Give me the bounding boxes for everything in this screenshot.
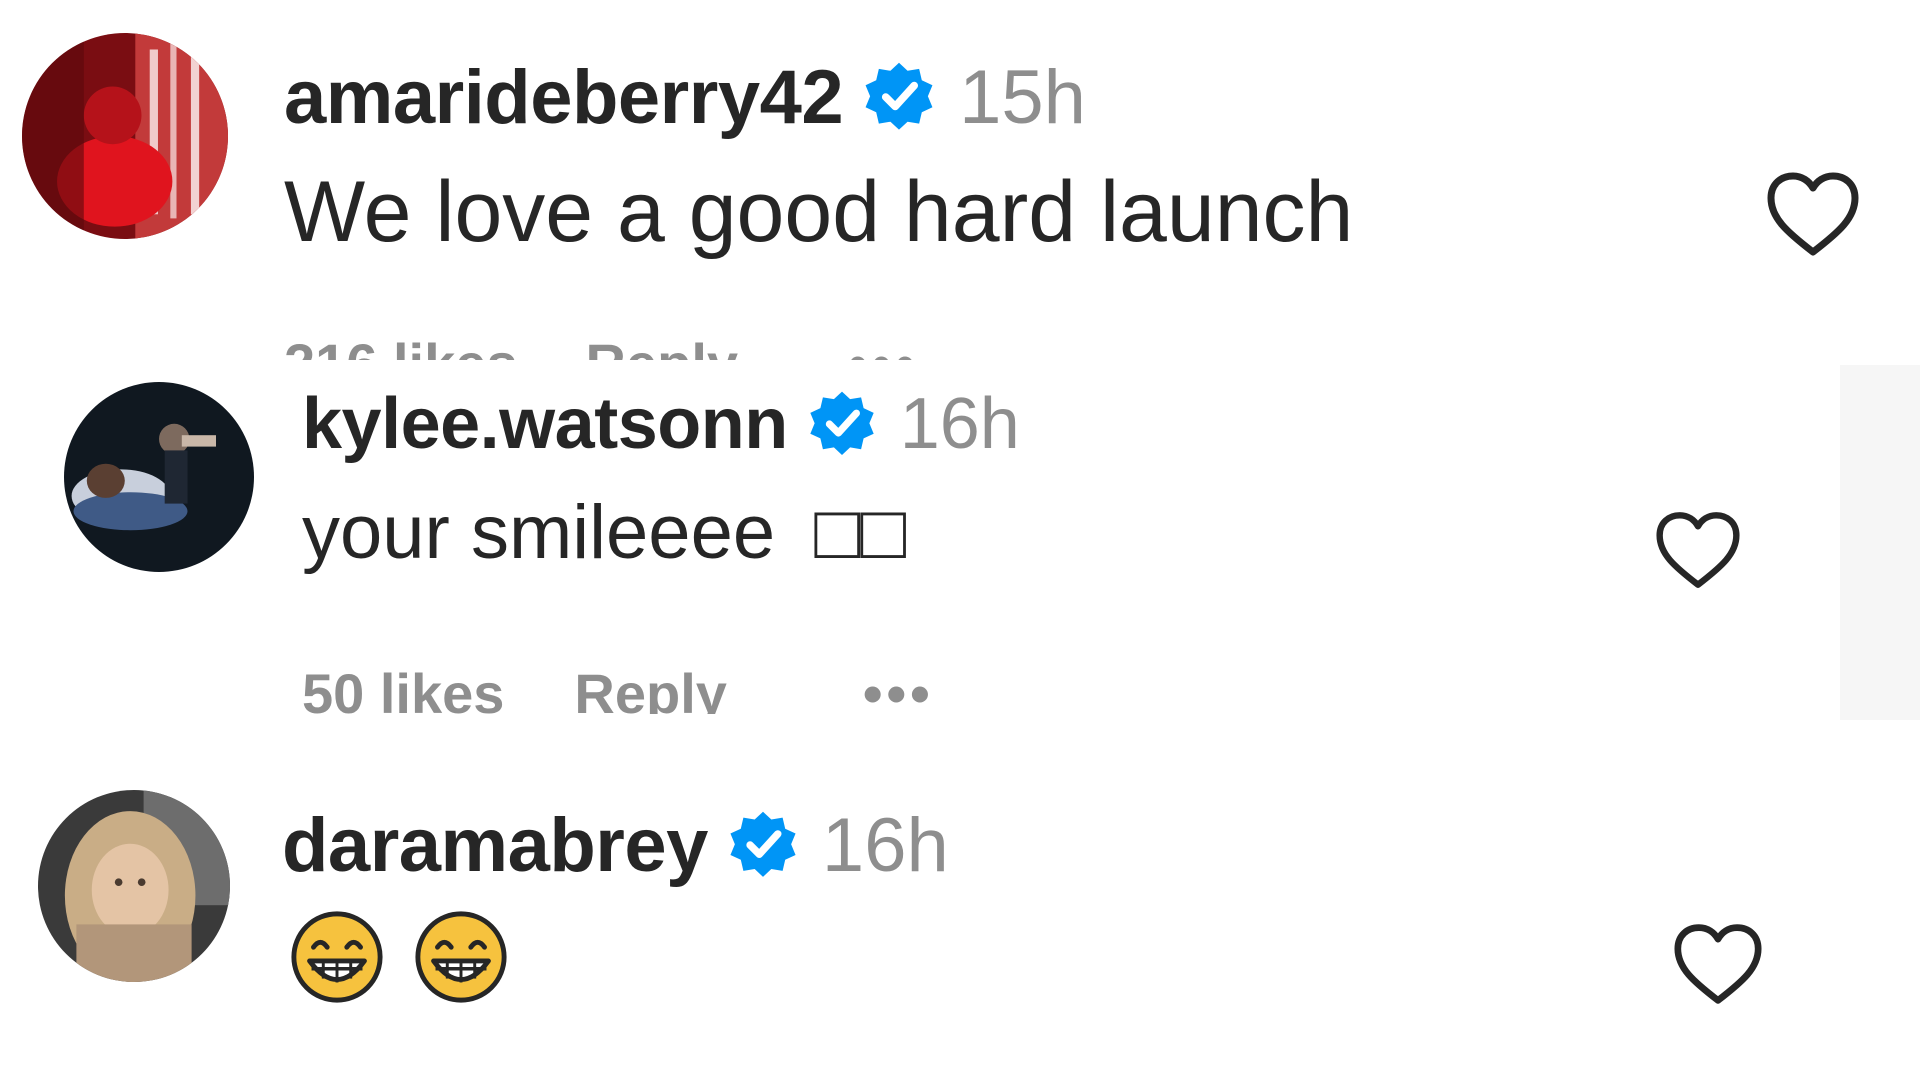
comment-2: kylee.watsonn 16h your smileeee □□ 50 li… [0, 360, 1920, 715]
avatar-image [22, 33, 228, 239]
grinning-face-emoji-icon [288, 908, 386, 1006]
grinning-face-emoji-icon [412, 908, 510, 1006]
avatar[interactable] [64, 382, 254, 572]
reply-button[interactable]: Reply [574, 662, 727, 714]
timestamp[interactable]: 15h [959, 54, 1086, 141]
comment-header: daramabrey 16h [282, 800, 949, 890]
verified-badge-icon [861, 59, 937, 135]
username[interactable]: daramabrey [282, 802, 708, 889]
avatar-image [38, 790, 230, 982]
comment-header: kylee.watsonn 16h [302, 384, 1020, 464]
comment-text [288, 908, 532, 1012]
unrendered-glyphs: □□ [814, 490, 907, 575]
like-button[interactable] [1652, 508, 1744, 592]
likes-count[interactable]: 50 likes [302, 662, 504, 714]
comment-text-content: your smileeee [302, 490, 776, 575]
username[interactable]: kylee.watsonn [302, 383, 788, 465]
avatar[interactable] [38, 790, 230, 982]
comment-text: We love a good hard launch [284, 164, 1354, 260]
heart-outline-icon [1656, 512, 1740, 588]
comment-header: amarideberry42 15h [284, 52, 1086, 142]
reply-button[interactable]: Reply [586, 332, 739, 360]
more-options-icon[interactable]: ••• [848, 332, 919, 360]
username[interactable]: amarideberry42 [284, 54, 844, 141]
like-button[interactable] [1763, 168, 1863, 260]
avatar[interactable] [22, 33, 228, 239]
verified-badge-icon [726, 808, 800, 882]
comment-1: amarideberry42 15h We love a good hard l… [0, 0, 1920, 360]
comment-text: your smileeee □□ [302, 488, 906, 578]
likes-count[interactable]: 216 likes [284, 332, 518, 360]
comment-3: daramabrey 16h [0, 720, 1920, 1080]
timestamp[interactable]: 16h [900, 383, 1020, 465]
timestamp[interactable]: 16h [822, 802, 949, 889]
heart-outline-icon [1767, 172, 1859, 256]
comment-meta: 216 likes Reply ••• [284, 332, 919, 360]
verified-badge-icon [806, 388, 878, 460]
comments-screenshot: amarideberry42 15h We love a good hard l… [0, 0, 1920, 1080]
heart-outline-icon [1674, 924, 1762, 1004]
avatar-image [64, 382, 254, 572]
like-button[interactable] [1670, 920, 1766, 1008]
comment-meta: 50 likes Reply ••• [302, 662, 934, 714]
more-options-icon[interactable]: ••• [863, 662, 934, 714]
